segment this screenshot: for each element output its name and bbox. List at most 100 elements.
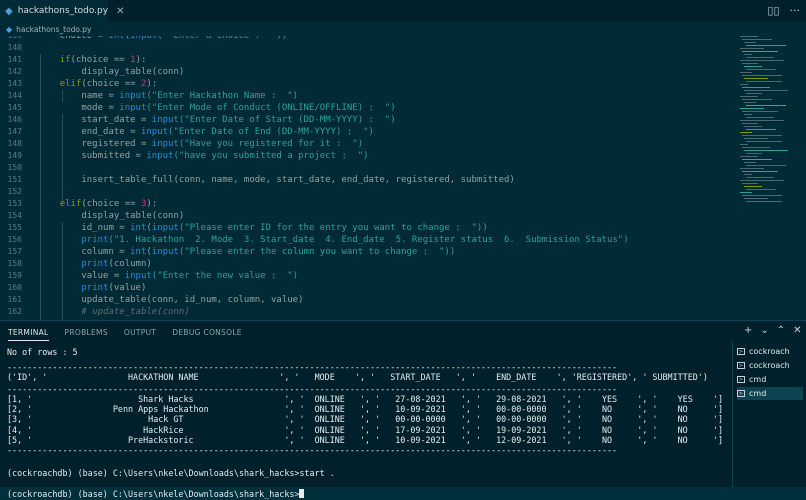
close-panel-icon[interactable]: ✕ xyxy=(793,325,801,336)
minimap-line xyxy=(746,105,786,106)
code-line[interactable]: 162 # update_table(conn) xyxy=(0,306,740,318)
code-line[interactable]: 148 registered = input("Have you registe… xyxy=(0,138,740,150)
code-line[interactable]: 150 xyxy=(0,162,740,174)
minimap-line xyxy=(746,117,774,118)
bottom-panel: TERMINAL PROBLEMS OUTPUT DEBUG CONSOLE + ⌄ … xyxy=(0,320,806,499)
minimap-line xyxy=(744,198,768,199)
terminal-line-text: [4, ' HackRice ', ' ONLINE ', ' 17-09-20… xyxy=(7,425,723,435)
code-line[interactable]: 141 if(choice == 1): xyxy=(0,54,740,66)
minimap-line xyxy=(746,201,782,202)
minimap-line xyxy=(746,57,774,58)
code-line[interactable]: 144 name = input("Enter Hackathon Name :… xyxy=(0,90,740,102)
code-text: elif(choice == 2): xyxy=(38,78,158,90)
code-line[interactable]: 145 mode = input("Enter Mode of Conduct … xyxy=(0,102,740,114)
panel-tab-terminal[interactable]: TERMINAL xyxy=(8,328,49,341)
terminal-line-text: (cockroachdb) (base) C:\Users\nkele\Down… xyxy=(7,468,335,478)
code-line[interactable]: 160 print(value) xyxy=(0,282,740,294)
code-token: print xyxy=(81,283,109,293)
code-line[interactable]: 161 update_table(conn, id_num, column, v… xyxy=(0,294,740,306)
terminal-instance-cockroach[interactable]: > cockroach xyxy=(737,359,803,372)
code-text: update_table(conn, id_num, column, value… xyxy=(38,294,304,306)
line-number: 158 xyxy=(7,259,22,268)
breadcrumb-file[interactable]: hackathons_todo.py xyxy=(16,25,91,34)
code-token: ("Enter Hackathon Name : ") xyxy=(146,91,299,101)
minimap-line xyxy=(740,168,764,169)
minimap-line xyxy=(746,69,776,70)
code-token: input xyxy=(130,36,158,41)
minimap-line xyxy=(742,99,772,100)
line-number: 155 xyxy=(7,223,22,232)
code-token: elif xyxy=(59,79,82,89)
panel-tab-debug-console[interactable]: DEBUG CONSOLE xyxy=(172,328,242,341)
minimap-line xyxy=(740,96,758,97)
code-line[interactable]: 152 xyxy=(0,186,740,198)
minimap-line xyxy=(740,84,748,85)
code-line[interactable]: 156 print("1. Hackathon 2. Mode 3. Start… xyxy=(0,234,740,246)
code-line[interactable]: 149 submitted = input("have you submitte… xyxy=(0,150,740,162)
terminal-icon: > xyxy=(737,348,745,355)
minimap-line xyxy=(742,75,782,76)
minimap-line xyxy=(740,48,764,49)
code-line[interactable]: 147 end_date = input("Enter Date of End … xyxy=(0,126,740,138)
minimap-line xyxy=(746,129,776,130)
terminal-instance-cmd[interactable]: > cmd xyxy=(737,387,803,400)
minimap-line xyxy=(746,81,782,82)
terminal-line: ('ID', ' HACKATHON NAME ', ' MODE ', ' S… xyxy=(7,372,708,383)
code-line[interactable]: 142 display_table(conn) xyxy=(0,66,740,78)
python-file-icon: ◆ xyxy=(5,5,13,17)
code-token: ("Please enter the column you want to ch… xyxy=(178,247,456,257)
close-tab-icon[interactable]: ✕ xyxy=(116,6,124,17)
code-line[interactable]: 159 value = input("Enter the new value :… xyxy=(0,270,740,282)
code-token: # update_table(conn) xyxy=(38,307,190,317)
python-file-icon: ◆ xyxy=(6,24,13,34)
code-token: ("Please enter ID for the entry you want… xyxy=(178,223,488,233)
chevron-down-icon[interactable]: ⌄ xyxy=(760,325,768,336)
terminal-instance-cockroach[interactable]: > cockroach xyxy=(737,345,803,358)
code-token: (choice == xyxy=(81,199,141,209)
minimap-line xyxy=(744,90,788,91)
code-line[interactable]: 143 elif(choice == 2): xyxy=(0,78,740,90)
minimap-line xyxy=(746,153,762,154)
code-token: ("Have you registered for it : ") xyxy=(178,139,364,149)
maximize-panel-icon[interactable]: ⌃ xyxy=(777,325,785,336)
code-text: value = input("Enter the new value : ") xyxy=(38,270,298,282)
minimap-line xyxy=(740,192,752,193)
terminal-output[interactable]: No of rows : 5 --------------------------… xyxy=(0,341,732,499)
code-line[interactable]: 158 print(column) xyxy=(0,258,740,270)
terminal-instance-cmd[interactable]: > cmd xyxy=(737,373,803,386)
code-line[interactable]: 153 elif(choice == 3): xyxy=(0,198,740,210)
terminal-line: ----------------------------------------… xyxy=(7,445,617,456)
code-token: (" Enter a choice : ")) xyxy=(157,36,288,41)
minimap[interactable] xyxy=(740,36,798,206)
panel-tab-problems[interactable]: PROBLEMS xyxy=(65,328,108,341)
terminal-instance-list: > cockroach > cockroach > cmd > cmd xyxy=(732,341,806,487)
code-line[interactable]: 146 start_date = input("Enter Date of St… xyxy=(0,114,740,126)
code-text: start_date = input("Enter Date of Start … xyxy=(38,114,395,126)
terminal-instance-label: cockroach xyxy=(749,347,790,356)
line-number: 148 xyxy=(7,139,22,148)
code-token: int xyxy=(108,36,125,41)
terminal-line-text: [2, ' Penn Apps Hackathon ', ' ONLINE ',… xyxy=(7,404,723,414)
line-number: 147 xyxy=(7,127,22,136)
code-editor[interactable]: 139 choice = int(input(" Enter a choice … xyxy=(0,36,806,320)
split-editor-icon[interactable]: ▯▯ xyxy=(767,4,779,17)
add-terminal-icon[interactable]: + xyxy=(744,325,752,336)
line-number: 146 xyxy=(7,115,22,124)
more-actions-icon[interactable]: ··· xyxy=(790,4,801,17)
code-line[interactable]: 151 insert_table_full(conn, name, mode, … xyxy=(0,174,740,186)
code-line[interactable]: 155 id_num = int(input("Please enter ID … xyxy=(0,222,740,234)
code-token: update_table(conn, id_num, column, value… xyxy=(38,295,304,305)
editor-tab[interactable]: ◆ hackathons_todo.py ✕ xyxy=(0,0,124,22)
line-number: 152 xyxy=(7,187,22,196)
code-token: ("Enter Date of End (DD-MM-YYYY) : ") xyxy=(168,127,374,137)
minimap-line xyxy=(742,171,778,172)
code-line[interactable]: 140 xyxy=(0,42,740,54)
code-line[interactable]: 157 column = int(input("Please enter the… xyxy=(0,246,740,258)
minimap-line xyxy=(740,60,784,61)
code-token: elif xyxy=(59,199,82,209)
panel-tab-output[interactable]: OUTPUT xyxy=(124,328,156,341)
code-line[interactable]: 154 display_table(conn) xyxy=(0,210,740,222)
code-token: choice = xyxy=(38,36,109,41)
